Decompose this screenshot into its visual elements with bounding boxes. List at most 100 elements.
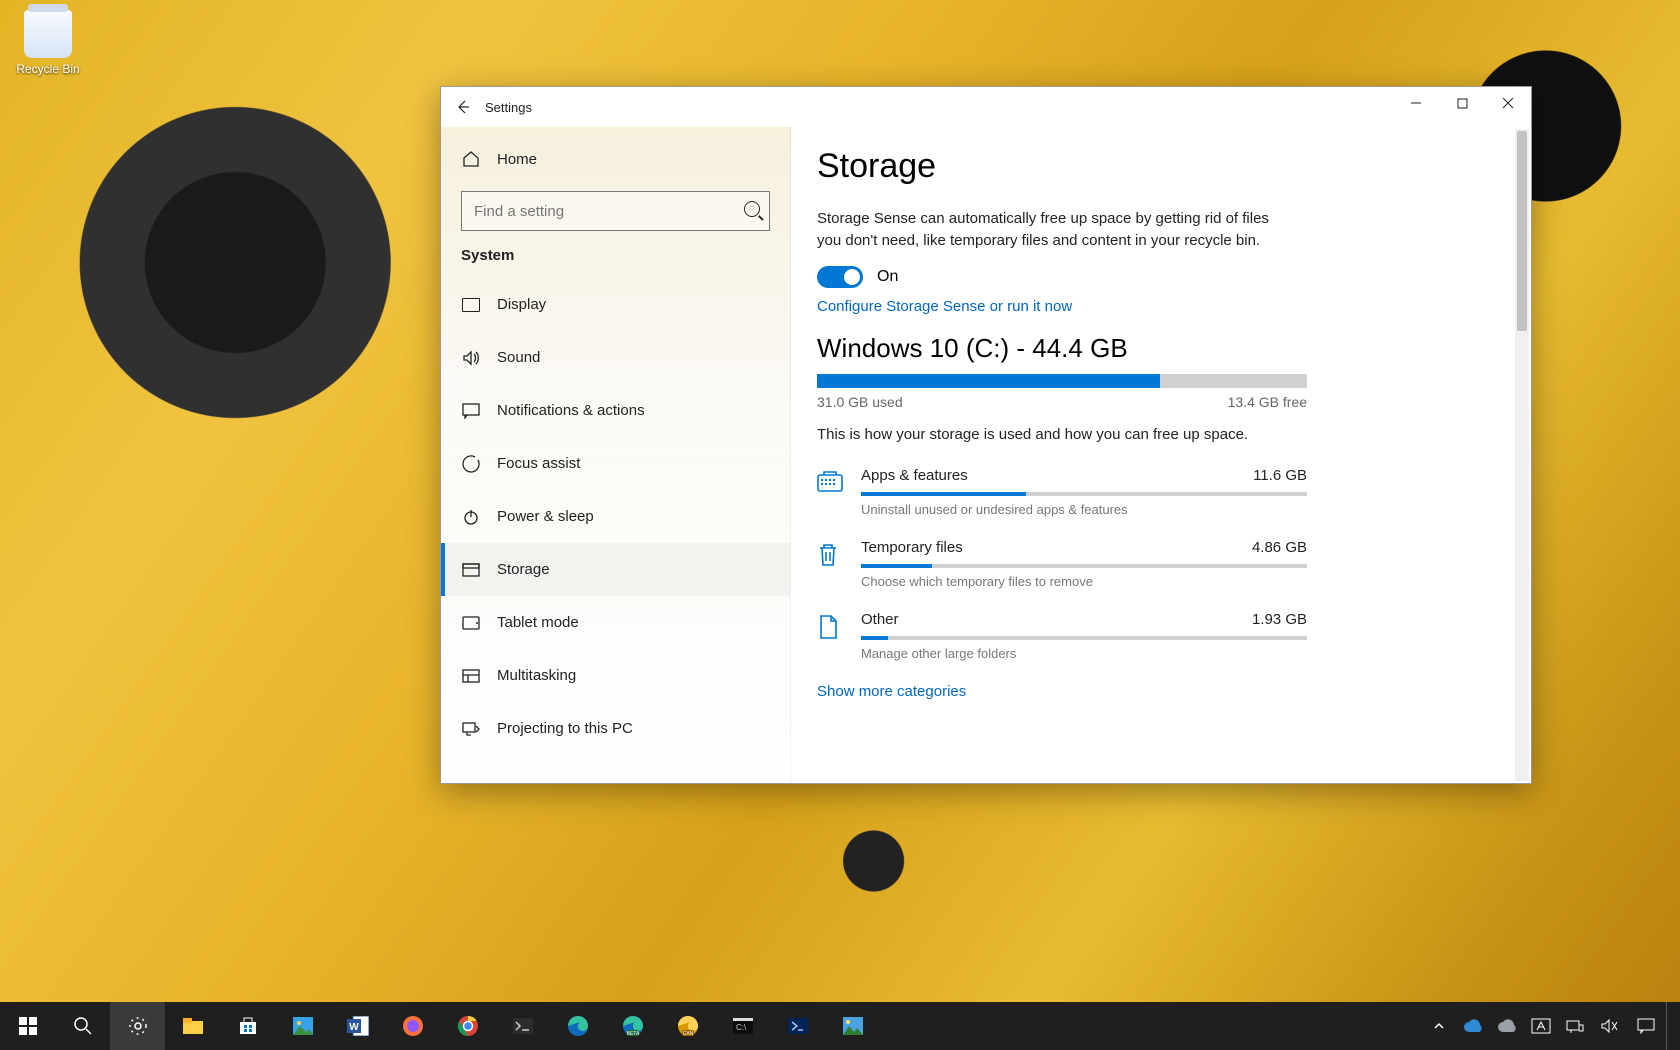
nav-storage[interactable]: Storage bbox=[441, 543, 790, 596]
start-button[interactable] bbox=[0, 1002, 55, 1050]
taskbar-edge-beta[interactable]: BETA bbox=[605, 1002, 660, 1050]
storage-category-apps-features[interactable]: Apps & features11.6 GBUninstall unused o… bbox=[817, 467, 1307, 517]
category-label: System bbox=[441, 243, 790, 278]
configure-storage-sense-link[interactable]: Configure Storage Sense or run it now bbox=[817, 298, 1491, 315]
search-button[interactable] bbox=[55, 1002, 110, 1050]
show-more-categories-link[interactable]: Show more categories bbox=[817, 683, 1491, 700]
tablet-icon bbox=[461, 613, 481, 633]
tray-input-indicator[interactable] bbox=[1524, 1002, 1558, 1050]
tray-overflow[interactable] bbox=[1422, 1002, 1456, 1050]
drive-heading: Windows 10 (C:) - 44.4 GB bbox=[817, 333, 1491, 364]
content-pane: Storage Storage Sense can automatically … bbox=[791, 127, 1531, 783]
window-title: Settings bbox=[485, 100, 532, 115]
content-scrollbar[interactable] bbox=[1515, 129, 1529, 781]
taskbar-firefox[interactable] bbox=[385, 1002, 440, 1050]
scrollbar-thumb[interactable] bbox=[1517, 131, 1527, 331]
nav-display[interactable]: Display bbox=[441, 278, 790, 331]
tray-network[interactable] bbox=[1558, 1002, 1592, 1050]
nav-label: Notifications & actions bbox=[497, 402, 645, 419]
nav-sound[interactable]: Sound bbox=[441, 331, 790, 384]
minimize-button[interactable] bbox=[1393, 87, 1439, 119]
search-input[interactable] bbox=[461, 191, 770, 231]
notifications-icon bbox=[461, 401, 481, 421]
taskbar: W BETA CAN C:\ bbox=[0, 1002, 1680, 1050]
taskbar-cmd[interactable]: C:\ bbox=[715, 1002, 770, 1050]
drive-free-label: 13.4 GB free bbox=[1228, 394, 1307, 410]
nav-notifications-actions[interactable]: Notifications & actions bbox=[441, 384, 790, 437]
titlebar: Settings bbox=[441, 87, 1531, 127]
multitasking-icon bbox=[461, 666, 481, 686]
recycle-bin[interactable]: Recycle Bin bbox=[10, 10, 86, 76]
category-name: Temporary files bbox=[861, 539, 963, 556]
category-size: 11.6 GB bbox=[1253, 467, 1307, 484]
storage-icon bbox=[461, 560, 481, 580]
category-size: 1.93 GB bbox=[1252, 611, 1307, 628]
taskbar-powershell[interactable] bbox=[770, 1002, 825, 1050]
nav-focus-assist[interactable]: Focus assist bbox=[441, 437, 790, 490]
usage-desc: This is how your storage is used and how… bbox=[817, 424, 1491, 446]
nav-multitasking[interactable]: Multitasking bbox=[441, 649, 790, 702]
nav-home-label: Home bbox=[497, 151, 537, 168]
nav-tablet-mode[interactable]: Tablet mode bbox=[441, 596, 790, 649]
search-icon bbox=[744, 201, 760, 217]
close-button[interactable] bbox=[1485, 87, 1531, 119]
taskbar-terminal[interactable] bbox=[495, 1002, 550, 1050]
category-size: 4.86 GB bbox=[1252, 539, 1307, 556]
drive-usage-fill bbox=[817, 374, 1160, 388]
category-bar-fill bbox=[861, 492, 1026, 496]
apps-icon bbox=[817, 470, 843, 496]
taskbar-store[interactable] bbox=[220, 1002, 275, 1050]
search-container bbox=[441, 187, 790, 243]
category-name: Other bbox=[861, 611, 899, 628]
nav-label: Power & sleep bbox=[497, 508, 594, 525]
projecting-icon bbox=[461, 719, 481, 739]
svg-text:W: W bbox=[349, 1022, 359, 1033]
storage-category-temporary-files[interactable]: Temporary files4.86 GBChoose which tempo… bbox=[817, 539, 1307, 589]
nav-label: Sound bbox=[497, 349, 540, 366]
nav-projecting-to-this-pc[interactable]: Projecting to this PC bbox=[441, 702, 790, 755]
taskbar-edge-canary[interactable]: CAN bbox=[660, 1002, 715, 1050]
tray-onedrive-2[interactable] bbox=[1490, 1002, 1524, 1050]
nav-label: Focus assist bbox=[497, 455, 580, 472]
storage-category-other[interactable]: Other 1.93 GB Manage other large folders bbox=[817, 611, 1307, 661]
drive-usage-bar bbox=[817, 374, 1307, 388]
category-bar bbox=[861, 564, 1307, 568]
toggle-label: On bbox=[877, 268, 898, 286]
system-tray bbox=[1422, 1002, 1680, 1050]
maximize-button[interactable] bbox=[1439, 87, 1485, 119]
back-button[interactable] bbox=[441, 87, 485, 127]
taskbar-edge[interactable] bbox=[550, 1002, 605, 1050]
home-icon bbox=[461, 149, 481, 169]
taskbar-photos[interactable] bbox=[275, 1002, 330, 1050]
nav-label: Projecting to this PC bbox=[497, 720, 633, 737]
power-icon bbox=[461, 507, 481, 527]
nav-label: Multitasking bbox=[497, 667, 576, 684]
svg-text:C:\: C:\ bbox=[736, 1023, 747, 1032]
taskbar-word[interactable]: W bbox=[330, 1002, 385, 1050]
nav-power-sleep[interactable]: Power & sleep bbox=[441, 490, 790, 543]
svg-text:BETA: BETA bbox=[626, 1031, 639, 1037]
taskbar-file-explorer[interactable] bbox=[165, 1002, 220, 1050]
nav-home[interactable]: Home bbox=[441, 135, 790, 183]
category-sub: Uninstall unused or undesired apps & fea… bbox=[861, 502, 1307, 517]
category-sub: Manage other large folders bbox=[861, 646, 1307, 661]
show-desktop-button[interactable] bbox=[1666, 1002, 1674, 1050]
category-bar-fill bbox=[861, 636, 888, 640]
display-icon bbox=[461, 295, 481, 315]
tray-onedrive-1[interactable] bbox=[1456, 1002, 1490, 1050]
tray-action-center[interactable] bbox=[1626, 1002, 1666, 1050]
nav-label: Tablet mode bbox=[497, 614, 579, 631]
page-heading: Storage bbox=[817, 147, 1491, 186]
focus-icon bbox=[461, 454, 481, 474]
taskbar-settings[interactable] bbox=[110, 1002, 165, 1050]
taskbar-paint[interactable] bbox=[825, 1002, 880, 1050]
tray-volume[interactable] bbox=[1592, 1002, 1626, 1050]
storage-sense-toggle[interactable] bbox=[817, 266, 863, 288]
storage-sense-desc: Storage Sense can automatically free up … bbox=[817, 208, 1297, 252]
nav-label: Display bbox=[497, 296, 546, 313]
drive-used-label: 31.0 GB used bbox=[817, 394, 903, 410]
taskbar-chrome[interactable] bbox=[440, 1002, 495, 1050]
category-bar-fill bbox=[861, 564, 932, 568]
svg-text:CAN: CAN bbox=[682, 1031, 693, 1037]
category-bar bbox=[861, 636, 1307, 640]
